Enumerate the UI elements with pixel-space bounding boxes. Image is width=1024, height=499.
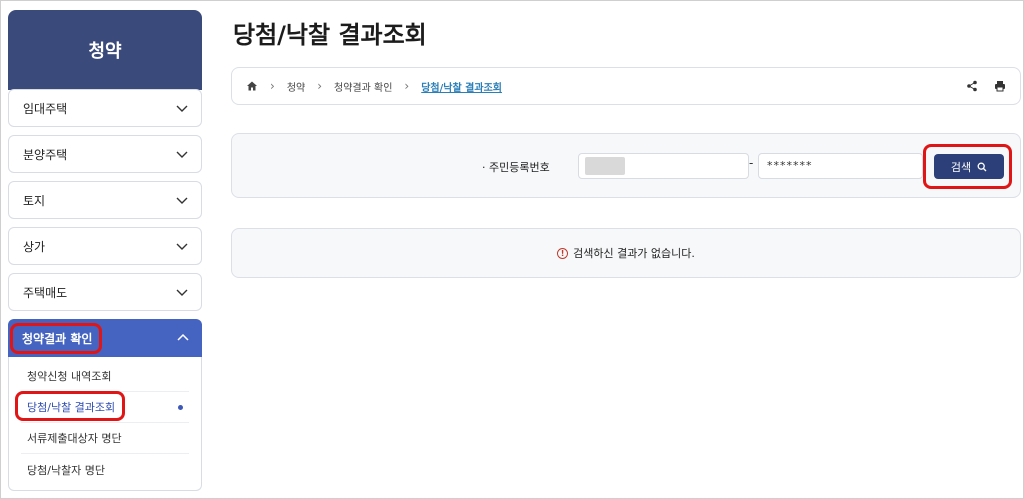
search-icon <box>977 162 987 171</box>
chevron-up-icon <box>177 333 189 341</box>
submenu-item-application-history[interactable]: 청약신청 내역조회 <box>21 361 189 392</box>
sidebar-item-rental-housing[interactable]: 임대주택 <box>8 89 202 127</box>
resident-number-label: · 주민등록번호 <box>482 161 550 174</box>
page-title: 당첨/낙찰 결과조회 <box>233 21 427 49</box>
home-icon[interactable] <box>246 80 258 92</box>
breadcrumb-separator: › <box>270 79 275 93</box>
chevron-down-icon <box>176 289 188 296</box>
info-icon: ! <box>557 247 569 259</box>
result-panel: ! 검색하신 결과가 없습니다. <box>231 228 1021 278</box>
breadcrumb: › 청약 › 청약결과 확인 › 당첨/낙찰 결과조회 <box>231 67 1021 105</box>
chevron-down-icon <box>176 197 188 204</box>
submenu-item-label: 당첨/낙찰 결과조회 <box>27 401 116 414</box>
chevron-down-icon <box>176 151 188 158</box>
chevron-down-icon <box>176 105 188 112</box>
breadcrumb-separator: › <box>317 79 323 93</box>
breadcrumb-separator: › <box>404 79 410 93</box>
chevron-down-icon <box>176 243 188 250</box>
resident-number-back-field[interactable]: ******* <box>758 153 923 179</box>
share-icon[interactable] <box>966 80 978 92</box>
current-indicator-dot <box>178 404 183 410</box>
sidebar-item-label: 토지 <box>23 193 46 208</box>
submenu-item-winner-list[interactable]: 당첨/낙찰자 명단 <box>21 454 189 485</box>
sidebar-item-label: 상가 <box>23 239 46 254</box>
result-message: 검색하신 결과가 없습니다. <box>573 247 695 260</box>
sidebar: 청약 임대주택 분양주택 토지 상가 주택매도 청약결과 확인 청약신청 내역조… <box>8 10 202 491</box>
search-panel: · 주민등록번호 - ******* 검색 <box>231 133 1021 198</box>
sidebar-item-label: 분양주택 <box>23 147 68 162</box>
breadcrumb-current[interactable]: 당첨/낙찰 결과조회 <box>421 79 502 94</box>
sidebar-item-label: 임대주택 <box>23 101 68 116</box>
breadcrumb-item[interactable]: 청약결과 확인 <box>334 79 392 94</box>
print-icon[interactable] <box>994 80 1006 92</box>
search-button-label: 검색 <box>950 160 972 174</box>
sidebar-item-commercial[interactable]: 상가 <box>8 227 202 265</box>
resident-number-front-field[interactable] <box>578 153 749 179</box>
search-button[interactable]: 검색 <box>934 154 1004 179</box>
field-separator: - <box>749 156 754 170</box>
submenu-item-label: 당첨/낙찰자 명단 <box>27 463 106 477</box>
submenu-item-label: 청약신청 내역조회 <box>27 370 112 383</box>
submenu-item-winning-result[interactable]: 당첨/낙찰 결과조회 <box>21 392 189 423</box>
breadcrumb-tools <box>966 80 1006 92</box>
sidebar-item-result-check[interactable]: 청약결과 확인 <box>8 319 202 357</box>
sidebar-item-label: 청약결과 확인 <box>22 331 93 346</box>
breadcrumb-item[interactable]: 청약 <box>287 79 305 94</box>
sidebar-item-land[interactable]: 토지 <box>8 181 202 219</box>
masked-value <box>585 157 625 175</box>
sidebar-item-sale-housing[interactable]: 분양주택 <box>8 135 202 173</box>
sidebar-title: 청약 <box>8 10 202 90</box>
sidebar-item-label: 주택매도 <box>23 285 68 300</box>
submenu: 청약신청 내역조회 당첨/낙찰 결과조회 서류제출대상자 명단 당첨/낙찰자 명… <box>8 357 202 491</box>
submenu-item-document-list[interactable]: 서류제출대상자 명단 <box>21 423 189 454</box>
sidebar-item-housing-sale[interactable]: 주택매도 <box>8 273 202 311</box>
submenu-item-label: 서류제출대상자 명단 <box>27 432 122 445</box>
